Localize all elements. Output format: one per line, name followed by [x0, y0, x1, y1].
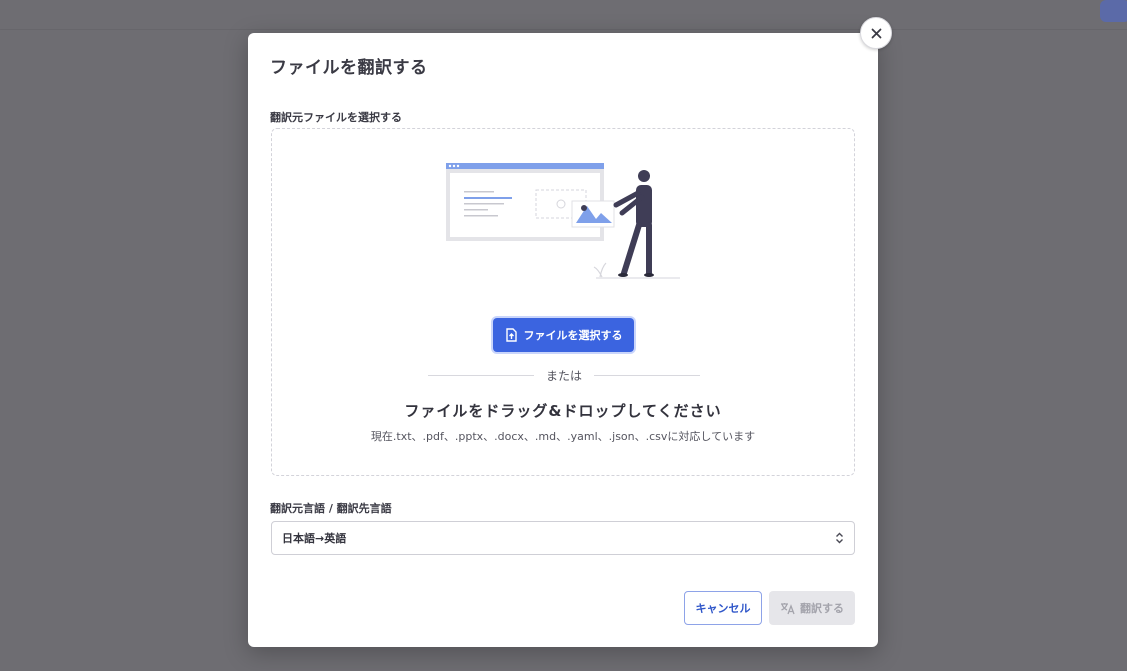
- translate-button-label: 翻訳する: [800, 602, 844, 615]
- file-dropzone[interactable]: ファイルを選択する または ファイルをドラッグ&ドロップしてください 現在.tx…: [271, 128, 855, 476]
- drag-drop-instruction: ファイルをドラッグ&ドロップしてください: [404, 402, 722, 420]
- select-file-button[interactable]: ファイルを選択する: [493, 318, 634, 352]
- file-upload-icon: [505, 328, 518, 342]
- supported-formats-text: 現在.txt、.pdf、.pptx、.docx、.md、.yaml、.json、…: [370, 430, 756, 443]
- chevron-updown-icon: [835, 532, 844, 544]
- or-line-left: [428, 374, 534, 376]
- translate-file-dialog: ファイルを翻訳する 翻訳元ファイルを選択する ファイルを選択する または ファイ…: [248, 33, 878, 647]
- language-label: 翻訳元言語 / 翻訳先言語: [270, 502, 392, 515]
- close-icon: [871, 28, 882, 39]
- translate-button[interactable]: 翻訳する: [769, 591, 855, 625]
- or-divider: または: [428, 368, 701, 383]
- source-file-label: 翻訳元ファイルを選択する: [270, 111, 402, 124]
- select-file-button-label: ファイルを選択する: [523, 329, 623, 342]
- language-select[interactable]: 日本語→英語: [271, 521, 855, 555]
- background-button: [1100, 0, 1127, 22]
- cancel-button[interactable]: キャンセル: [684, 591, 762, 625]
- background-divider: [0, 29, 1127, 30]
- or-line-right: [594, 374, 701, 376]
- or-text: または: [546, 368, 583, 383]
- close-dialog-button[interactable]: [860, 17, 892, 49]
- dialog-title: ファイルを翻訳する: [270, 58, 428, 78]
- translate-icon: [780, 602, 795, 615]
- upload-illustration: [446, 163, 680, 279]
- language-select-value: 日本語→英語: [282, 532, 347, 545]
